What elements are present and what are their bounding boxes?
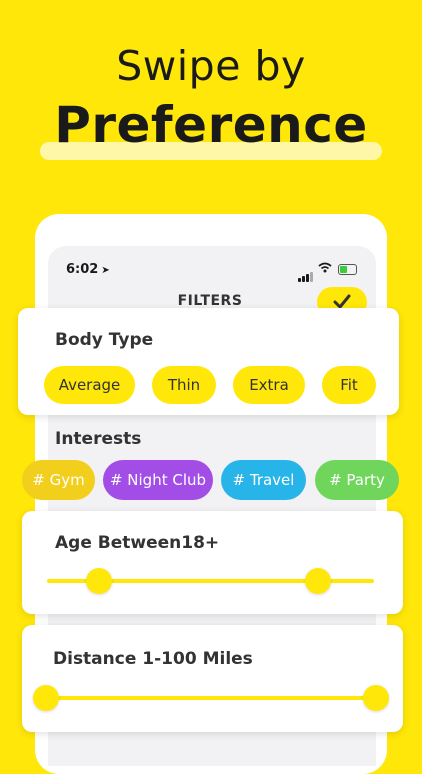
- distance-slider-track[interactable]: [46, 696, 376, 700]
- wifi-icon: [318, 262, 332, 273]
- distance-slider-thumb-max[interactable]: [363, 685, 389, 711]
- age-range-card: Age Between18+: [22, 511, 403, 614]
- body-type-option-extra[interactable]: Extra: [233, 366, 305, 404]
- headline-line1: Swipe by: [116, 42, 306, 90]
- body-type-title: Body Type: [55, 330, 154, 350]
- interest-tag-party[interactable]: # Party: [315, 460, 399, 500]
- distance-range-title: Distance 1-100 Miles: [53, 649, 253, 669]
- body-type-option-thin[interactable]: Thin: [152, 366, 216, 404]
- interest-tag-gym[interactable]: # Gym: [22, 460, 95, 500]
- location-arrow-icon: ➤: [101, 265, 110, 276]
- cellular-signal-icon: [298, 263, 314, 282]
- age-range-title: Age Between18+: [55, 533, 220, 553]
- status-icons: [298, 262, 357, 282]
- distance-slider-thumb-min[interactable]: [33, 685, 59, 711]
- status-time-text: 6:02: [66, 262, 99, 277]
- interests-title: Interests: [55, 429, 142, 449]
- headline-line2: Preference: [54, 96, 368, 154]
- interest-tag-night-club[interactable]: # Night Club: [103, 460, 213, 500]
- distance-range-card: Distance 1-100 Miles: [22, 625, 403, 732]
- headline-line2-wrap: Preference: [40, 96, 382, 166]
- age-slider-thumb-max[interactable]: [305, 568, 332, 594]
- age-slider-thumb-min[interactable]: [86, 568, 113, 594]
- filters-title: FILTERS: [177, 293, 243, 309]
- body-type-option-fit[interactable]: Fit: [322, 366, 376, 404]
- body-type-option-average[interactable]: Average: [44, 366, 135, 404]
- battery-charging-icon: [338, 264, 357, 275]
- body-type-card: Body Type Average Thin Extra Fit: [18, 308, 399, 415]
- interest-tag-travel[interactable]: # Travel: [221, 460, 306, 500]
- status-time: 6:02 ➤: [66, 262, 110, 277]
